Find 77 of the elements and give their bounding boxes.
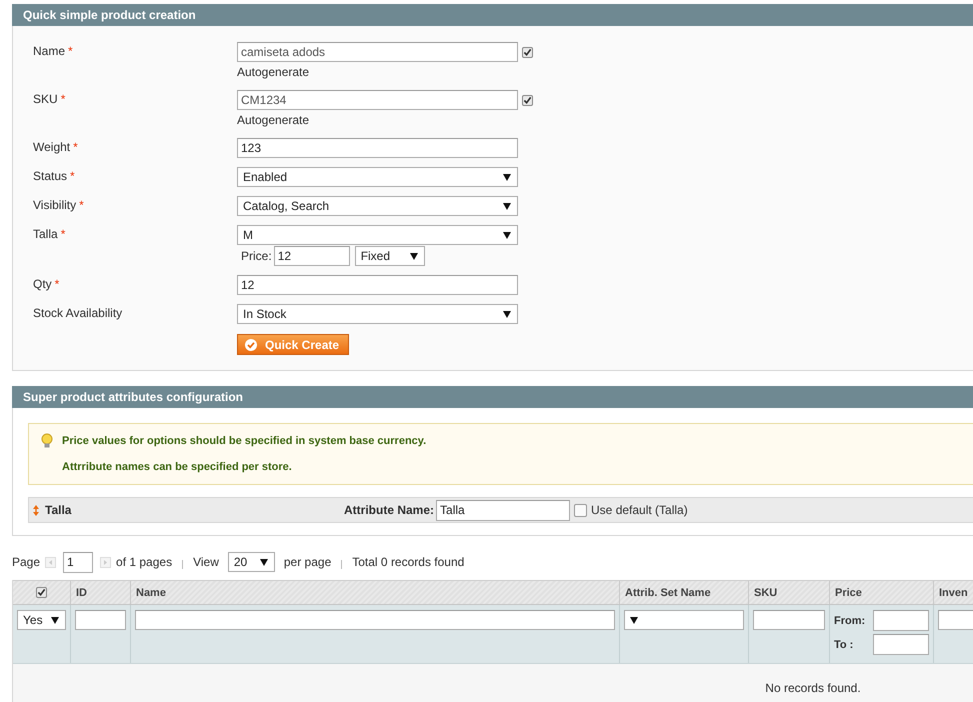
attribute-name: Talla (45, 503, 72, 517)
price-field[interactable]: 12 (274, 246, 350, 266)
text-field[interactable]: CM1234 (237, 90, 518, 110)
filter-field[interactable] (135, 610, 615, 630)
column-header[interactable]: Attrib. Set Name (620, 581, 749, 604)
caret-icon (503, 174, 511, 180)
records-total: Total 0 records found (352, 555, 464, 569)
empty-message: No records found. (765, 681, 861, 695)
caret-icon (503, 202, 511, 210)
dropdown[interactable]: Enabled (237, 167, 518, 187)
text-field[interactable]: 12 (237, 275, 518, 295)
attribute-name-field[interactable]: Talla (436, 500, 570, 520)
column-header[interactable]: Price (830, 581, 934, 604)
column-header[interactable]: Inven (934, 581, 973, 604)
column-header[interactable]: Name (131, 581, 620, 604)
field-label: Talla (33, 227, 58, 241)
field-label: Name (33, 44, 66, 58)
required-mark: * (73, 140, 78, 154)
field-label: Status (33, 169, 68, 183)
use-default-checkbox[interactable] (574, 504, 588, 516)
range-label: To : (834, 638, 854, 650)
required-mark: * (60, 227, 66, 241)
price-to-field[interactable] (873, 634, 929, 655)
caret-icon (51, 616, 59, 624)
caret-icon (503, 232, 511, 238)
column-header[interactable]: ID (71, 581, 131, 604)
caret-icon (410, 252, 418, 260)
section-header: Quick simple product creation (12, 4, 973, 26)
field-label: Stock Availability (33, 306, 122, 320)
field-label: Visibility (33, 198, 76, 212)
filter-field[interactable] (753, 610, 825, 630)
price-from-field[interactable] (873, 610, 929, 631)
required-mark: * (79, 198, 84, 212)
caret-icon (503, 310, 511, 318)
page-count: of 1 pages (116, 555, 172, 569)
sort-icon[interactable] (33, 504, 39, 516)
required-mark: * (70, 169, 75, 183)
section-header: Super product attributes configuration (12, 386, 973, 408)
autogenerate-label: Autogenerate (237, 65, 310, 79)
per-page-dropdown[interactable]: 20 (228, 552, 275, 572)
column-header[interactable]: SKU (749, 581, 830, 604)
price-label: Price: (241, 249, 272, 263)
autogenerate-label: Autogenerate (237, 113, 310, 127)
required-mark: * (60, 92, 66, 106)
text-field[interactable]: 123 (237, 138, 518, 158)
notice-text: Price values for options should be specified in system base currency. (62, 435, 426, 447)
attribute-name-label: Attribute Name: (344, 503, 434, 517)
field-label: Weight (33, 140, 70, 154)
select-all-checkbox[interactable] (36, 587, 47, 598)
filter-field[interactable] (75, 610, 126, 630)
next-page-icon[interactable] (100, 556, 112, 568)
filter-dropdown[interactable]: Yes (17, 610, 66, 630)
required-mark: * (68, 44, 73, 58)
dropdown[interactable]: Catalog, Search (237, 196, 518, 216)
field-label: Qty (33, 277, 52, 291)
dropdown[interactable]: In Stock (237, 304, 518, 324)
text-field[interactable]: camiseta adods (237, 42, 518, 62)
page-field[interactable]: 1 (63, 552, 94, 572)
notice-text: Attrribute names can be specified per store. (62, 461, 292, 473)
autogenerate-checkbox[interactable] (522, 46, 533, 58)
caret-icon (630, 616, 638, 624)
caret-icon (260, 558, 268, 566)
filter-field[interactable] (938, 610, 973, 630)
page-label: Page (12, 555, 40, 569)
price-type-dropdown[interactable]: Fixed (354, 246, 425, 266)
range-label: From: (834, 614, 866, 626)
view-label: View (193, 555, 219, 569)
dropdown[interactable]: M (237, 225, 518, 245)
filter-dropdown[interactable] (624, 610, 744, 630)
required-mark: * (54, 277, 60, 291)
per-page-label: per page (284, 555, 332, 569)
use-default-label: Use default (Talla) (591, 503, 688, 517)
previous-page-icon[interactable] (45, 556, 56, 568)
field-label: SKU (33, 92, 58, 106)
lightbulb-icon (40, 433, 54, 449)
check-circle-icon (245, 338, 257, 350)
autogenerate-checkbox[interactable] (522, 94, 533, 106)
